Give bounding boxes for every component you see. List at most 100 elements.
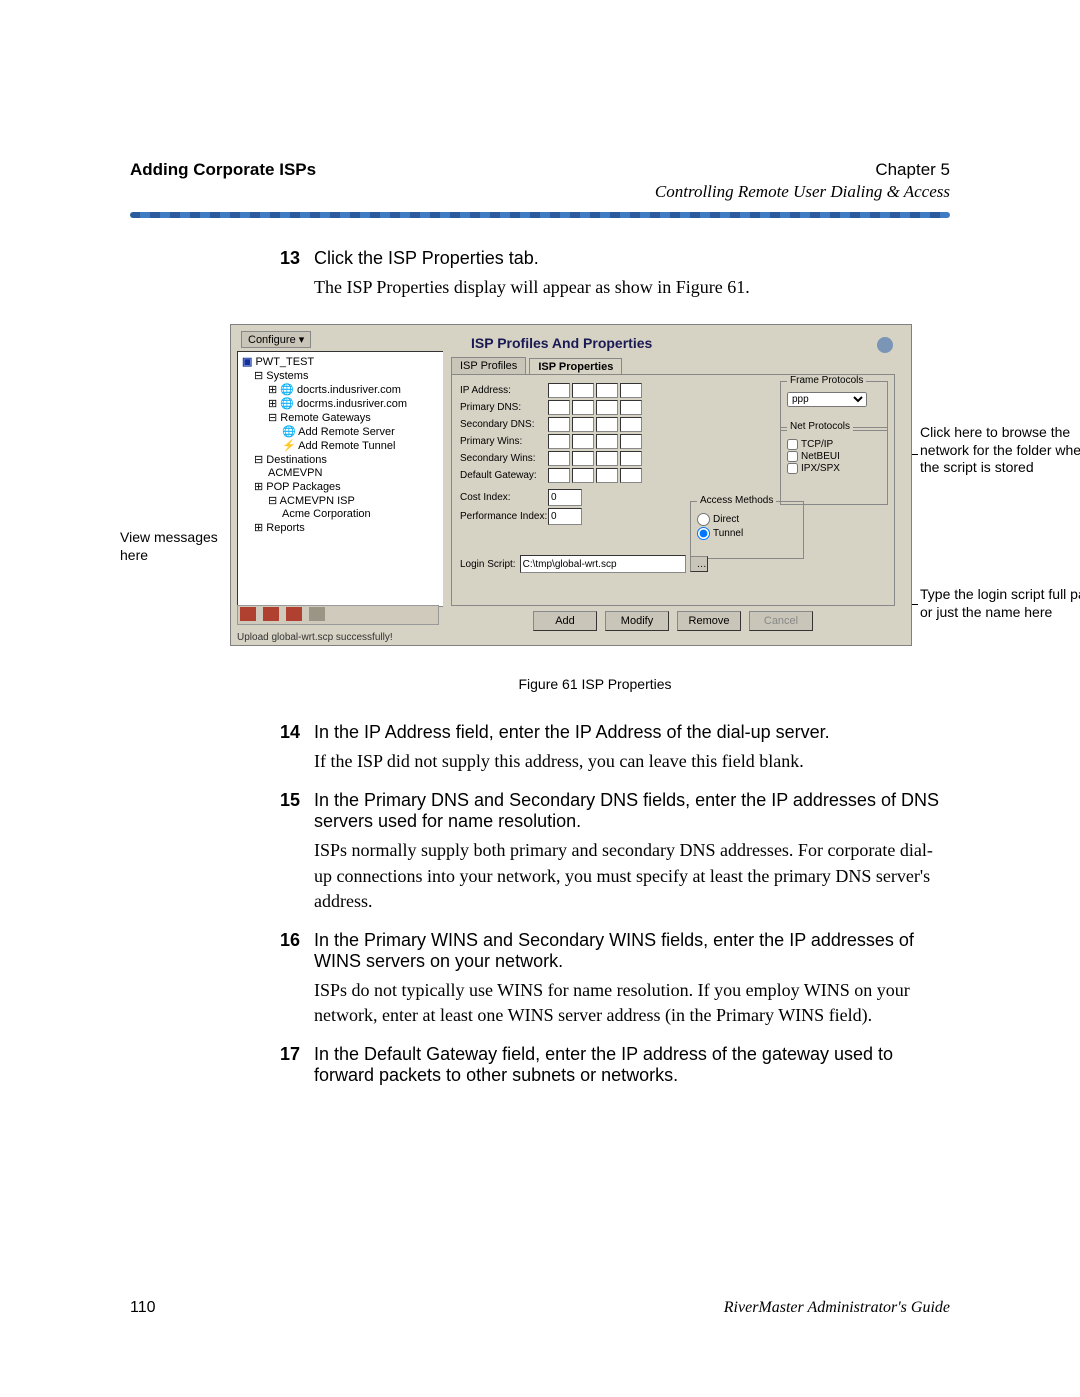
ipxspx-checkbox[interactable] — [787, 463, 798, 474]
step-16: 16 In the Primary WINS and Secondary WIN… — [280, 930, 950, 1028]
header-subtitle: Controlling Remote User Dialing & Access — [130, 182, 950, 202]
label-cost-index: Cost Index: — [460, 492, 548, 503]
modify-button[interactable]: Modify — [605, 611, 669, 631]
toolbar-icon[interactable] — [240, 607, 256, 621]
page-number: 110 — [130, 1299, 156, 1317]
tree-label: Systems — [266, 370, 308, 382]
step-lead: In the Default Gateway field, enter the … — [314, 1044, 950, 1086]
tree-label: Reports — [266, 522, 305, 534]
action-buttons: Add Modify Remove Cancel — [533, 611, 813, 631]
toolbar-icon[interactable] — [263, 607, 279, 621]
tunnel-radio[interactable] — [697, 527, 710, 540]
group-legend: Access Methods — [697, 495, 776, 506]
label-login-script: Login Script: — [460, 559, 516, 570]
tab-isp-profiles[interactable]: ISP Profiles — [451, 357, 526, 374]
login-script-field[interactable] — [520, 555, 686, 573]
tree-item[interactable]: Acme Corporation — [242, 508, 442, 520]
tree-label: ACMEVPN ISP — [280, 495, 355, 507]
tree-pop-packages[interactable]: ⊞ POP Packages — [242, 480, 442, 493]
tree-remote-gateways[interactable]: ⊟ Remote Gateways — [242, 411, 442, 424]
header-section-title: Adding Corporate ISPs — [130, 160, 316, 180]
tree-label: Add Remote Server — [298, 426, 395, 438]
tree-systems[interactable]: ⊟ Systems — [242, 369, 442, 382]
radio-label: Tunnel — [713, 528, 743, 539]
netbeui-checkbox[interactable] — [787, 451, 798, 462]
tree-reports[interactable]: ⊞ Reports — [242, 521, 442, 534]
tab-bar: ISP Profiles ISP Properties — [451, 357, 903, 374]
isp-properties-form: IP Address: Primary DNS: Secondary DNS: … — [451, 374, 895, 606]
step-number: 16 — [280, 930, 314, 1028]
tree-label: POP Packages — [266, 481, 340, 493]
header-chapter: Chapter 5 — [875, 160, 950, 180]
label-default-gateway: Default Gateway: — [460, 470, 548, 481]
callout-login-script: Type the login script full path or just … — [920, 586, 1080, 621]
tcpip-checkbox[interactable] — [787, 439, 798, 450]
step-13: 13 Click the ISP Properties tab. The ISP… — [280, 248, 950, 300]
header-divider — [130, 212, 950, 218]
cancel-button[interactable]: Cancel — [749, 611, 813, 631]
add-button[interactable]: Add — [533, 611, 597, 631]
tree-root[interactable]: ▣ PWT_TEST — [242, 355, 442, 368]
tree-item[interactable]: ⊞ 🌐 docrts.indusriver.com — [242, 383, 442, 396]
toolbar-icon[interactable] — [286, 607, 302, 621]
step-follow: ISPs normally supply both primary and se… — [314, 838, 950, 914]
tree-add-remote-tunnel[interactable]: ⚡ Add Remote Tunnel — [242, 439, 442, 452]
guide-title: RiverMaster Administrator's Guide — [724, 1299, 950, 1317]
remove-button[interactable]: Remove — [677, 611, 741, 631]
primary-wins-field[interactable] — [548, 434, 642, 449]
screenshot-window: Configure ▾ ▣ PWT_TEST ⊟ Systems ⊞ 🌐 doc… — [230, 324, 912, 646]
toolbar-icon[interactable] — [309, 607, 325, 621]
access-methods-group: Access Methods Direct Tunnel — [690, 501, 804, 559]
radio-label: Direct — [713, 514, 739, 525]
label-primary-dns: Primary DNS: — [460, 402, 548, 413]
tree-label: PWT_TEST — [255, 356, 314, 368]
secondary-dns-field[interactable] — [548, 417, 642, 432]
callout-browse: Click here to browse the network for the… — [920, 424, 1080, 477]
checkbox-label: TCP/IP — [801, 439, 833, 450]
direct-radio[interactable] — [697, 513, 710, 526]
label-secondary-wins: Secondary Wins: — [460, 453, 548, 464]
tab-isp-properties[interactable]: ISP Properties — [529, 358, 622, 375]
performance-index-field[interactable] — [548, 508, 582, 525]
label-primary-wins: Primary Wins: — [460, 436, 548, 447]
group-legend: Net Protocols — [787, 421, 853, 432]
figure-61: View messages here Click here to browse … — [240, 324, 950, 664]
ip-address-field[interactable] — [548, 383, 642, 398]
status-bar: Upload global-wrt.scp successfully! — [237, 632, 393, 643]
step-follow: ISPs do not typically use WINS for name … — [314, 978, 950, 1028]
cost-index-field[interactable] — [548, 489, 582, 506]
step-number: 13 — [280, 248, 314, 300]
step-number: 17 — [280, 1044, 314, 1086]
net-protocols-group: Net Protocols TCP/IP NetBEUI IPX/SPX — [780, 427, 888, 505]
step-follow: The ISP Properties display will appear a… — [314, 275, 950, 300]
body-content: 13 Click the ISP Properties tab. The ISP… — [280, 248, 950, 1086]
step-number: 14 — [280, 722, 314, 774]
nav-tree[interactable]: ▣ PWT_TEST ⊟ Systems ⊞ 🌐 docrts.indusriv… — [237, 351, 447, 607]
tree-item[interactable]: ACMEVPN — [242, 467, 442, 479]
step-lead: In the IP Address field, enter the IP Ad… — [314, 722, 950, 743]
frame-protocol-select[interactable]: ppp — [787, 392, 867, 407]
tree-label: Remote Gateways — [280, 412, 370, 424]
primary-dns-field[interactable] — [548, 400, 642, 415]
label-secondary-dns: Secondary DNS: — [460, 419, 548, 430]
tree-item[interactable]: ⊟ ACMEVPN ISP — [242, 494, 442, 507]
tree-label: docrts.indusriver.com — [297, 384, 401, 396]
figure-caption: Figure 61 ISP Properties — [240, 676, 950, 692]
document-page: Adding Corporate ISPs Chapter 5 Controll… — [0, 0, 1080, 1397]
configure-button[interactable]: Configure ▾ — [241, 331, 311, 348]
secondary-wins-field[interactable] — [548, 451, 642, 466]
browse-button[interactable]: … — [690, 556, 708, 572]
tree-item[interactable]: ⊞ 🌐 docrms.indusriver.com — [242, 397, 442, 410]
default-gateway-field[interactable] — [548, 468, 642, 483]
checkbox-label: IPX/SPX — [801, 463, 840, 474]
callout-view-messages: View messages here — [120, 529, 230, 564]
step-14: 14 In the IP Address field, enter the IP… — [280, 722, 950, 774]
tree-add-remote-server[interactable]: 🌐 Add Remote Server — [242, 425, 442, 438]
page-footer: 110 RiverMaster Administrator's Guide — [130, 1299, 950, 1317]
page-header: Adding Corporate ISPs Chapter 5 — [130, 160, 950, 180]
toolbar — [237, 605, 439, 625]
step-lead: In the Primary DNS and Secondary DNS fie… — [314, 790, 950, 832]
tree-destinations[interactable]: ⊟ Destinations — [242, 453, 442, 466]
label-ip-address: IP Address: — [460, 385, 548, 396]
tree-label: docrms.indusriver.com — [297, 398, 407, 410]
